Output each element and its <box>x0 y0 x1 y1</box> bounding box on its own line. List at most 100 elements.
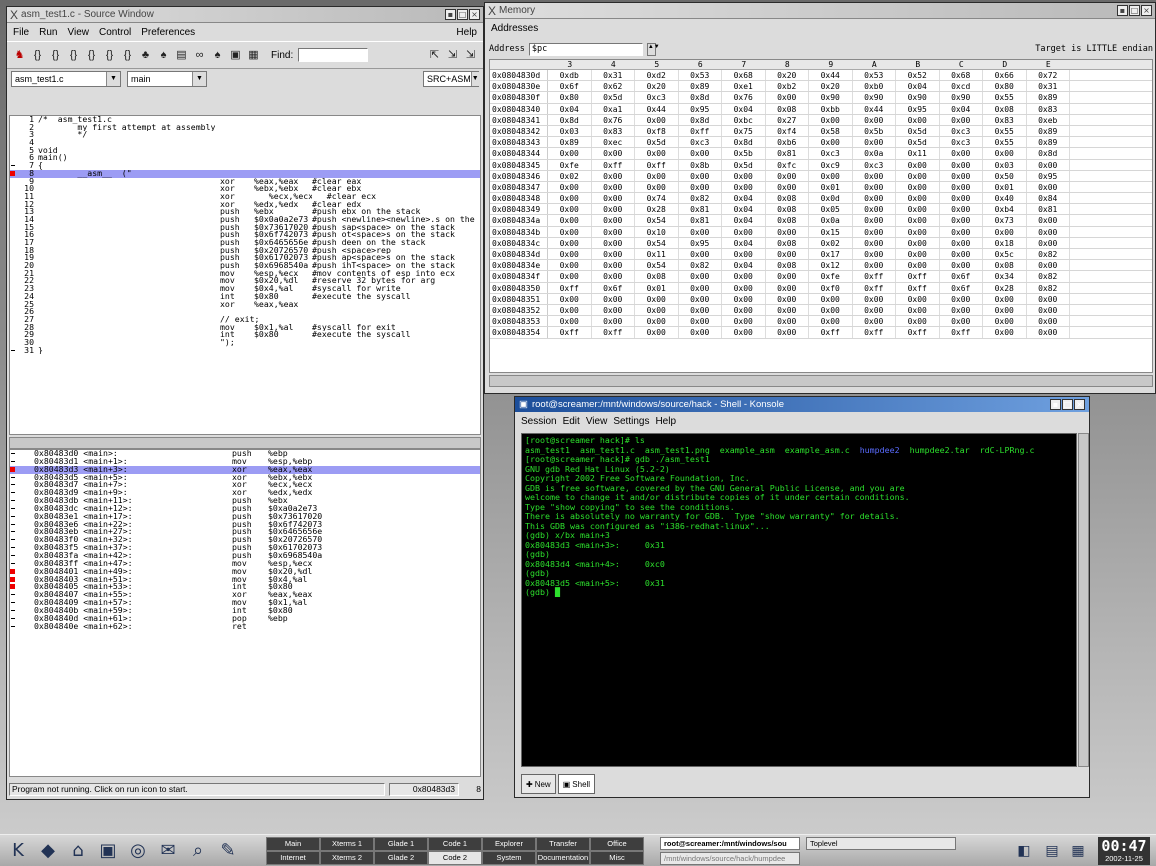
memory-byte[interactable]: 0x5d <box>635 137 679 148</box>
minimize-button[interactable]: ▪ <box>1050 399 1061 410</box>
memory-byte[interactable]: 0x00 <box>896 114 940 125</box>
memory-byte[interactable]: 0x00 <box>853 304 896 316</box>
menu-run[interactable]: Run <box>39 27 57 38</box>
memory-byte[interactable]: 0xff <box>940 327 983 338</box>
memory-byte[interactable]: 0x00 <box>592 170 635 181</box>
memory-byte[interactable]: 0x40 <box>983 193 1027 204</box>
desktop-button[interactable]: System <box>482 851 536 865</box>
memory-byte[interactable]: 0x8d <box>679 114 722 125</box>
memory-byte[interactable]: 0x00 <box>896 316 940 327</box>
memory-byte[interactable]: 0x31 <box>592 70 635 81</box>
desktop-button[interactable]: Glade 1 <box>374 837 428 851</box>
maximize-button[interactable]: □ <box>1129 5 1140 16</box>
line-marker[interactable] <box>10 599 16 607</box>
memory-byte[interactable]: 0x0a <box>853 148 896 159</box>
memory-byte[interactable]: 0x02 <box>548 170 592 181</box>
memory-byte[interactable]: 0x6f <box>940 282 983 293</box>
memory-byte[interactable]: 0x00 <box>1027 293 1070 304</box>
memory-byte[interactable]: 0x53 <box>853 70 896 81</box>
memory-byte[interactable]: 0x00 <box>679 170 722 181</box>
memory-byte[interactable]: 0x81 <box>766 148 809 159</box>
memory-byte[interactable]: 0x62 <box>592 81 635 92</box>
line-marker[interactable] <box>10 505 16 513</box>
memory-byte[interactable]: 0x00 <box>722 249 766 260</box>
memory-byte[interactable]: 0x00 <box>679 226 722 237</box>
memory-byte[interactable]: 0x44 <box>635 103 679 114</box>
line-marker[interactable] <box>10 277 16 285</box>
memory-byte[interactable]: 0x00 <box>1027 304 1070 316</box>
memory-byte[interactable]: 0x00 <box>766 92 809 103</box>
memory-byte[interactable]: 0x00 <box>853 137 896 148</box>
terminal-scrollbar[interactable] <box>1078 433 1089 767</box>
memory-byte[interactable]: 0x00 <box>766 282 809 293</box>
desktop-button[interactable]: Code 2 <box>428 851 482 865</box>
memory-byte[interactable]: 0x00 <box>766 226 809 237</box>
locals-icon[interactable]: ♠ <box>211 49 224 62</box>
line-marker[interactable] <box>10 324 16 332</box>
menu-preferences[interactable]: Preferences <box>141 27 195 38</box>
memory-byte[interactable]: 0x44 <box>809 70 853 81</box>
memory-byte[interactable]: 0x00 <box>592 316 635 327</box>
home-icon[interactable]: ⌂ <box>66 839 90 863</box>
memory-byte[interactable]: 0x8b <box>679 159 722 170</box>
memory-byte[interactable]: 0x00 <box>853 204 896 215</box>
memory-byte[interactable]: 0xc3 <box>635 92 679 103</box>
memory-byte[interactable]: 0xff <box>548 282 592 293</box>
memory-byte[interactable]: 0x00 <box>722 181 766 193</box>
function-combo[interactable]: main ▼ <box>127 71 207 87</box>
desktop-icon[interactable]: ◆ <box>36 839 60 863</box>
memory-byte[interactable]: 0x00 <box>896 170 940 181</box>
line-marker[interactable] <box>10 513 16 521</box>
memory-byte[interactable]: 0x17 <box>809 249 853 260</box>
menu-help[interactable]: Help <box>456 27 477 38</box>
memory-byte[interactable]: 0x00 <box>940 237 983 248</box>
memory-byte[interactable]: 0x52 <box>896 70 940 81</box>
memory-byte[interactable]: 0x04 <box>722 237 766 248</box>
memory-byte[interactable]: 0x00 <box>896 193 940 204</box>
breakpoint-marker[interactable] <box>10 568 16 576</box>
memory-byte[interactable]: 0x00 <box>635 293 679 304</box>
desktop-button[interactable]: Xterms 1 <box>320 837 374 851</box>
memory-byte[interactable]: 0x54 <box>635 260 679 271</box>
line-marker[interactable] <box>10 285 16 293</box>
memory-byte[interactable]: 0x00 <box>853 226 896 237</box>
memory-byte[interactable]: 0x00 <box>853 193 896 204</box>
memory-byte[interactable]: 0x00 <box>635 181 679 193</box>
memory-byte[interactable]: 0x73 <box>983 215 1027 226</box>
memory-byte[interactable]: 0x95 <box>896 103 940 114</box>
memory-byte[interactable]: 0xff <box>679 125 722 137</box>
memory-byte[interactable]: 0x5d <box>592 92 635 103</box>
memory-byte[interactable]: 0x08 <box>766 215 809 226</box>
memory-byte[interactable]: 0x90 <box>853 92 896 103</box>
memory-byte[interactable]: 0x5d <box>896 137 940 148</box>
memory-byte[interactable]: 0x00 <box>592 249 635 260</box>
memory-byte[interactable]: 0x15 <box>809 226 853 237</box>
memory-byte[interactable]: 0x80 <box>548 92 592 103</box>
memory-byte[interactable]: 0x00 <box>896 249 940 260</box>
memory-byte[interactable]: 0x44 <box>853 103 896 114</box>
memory-byte[interactable]: 0x00 <box>940 170 983 181</box>
memory-byte[interactable]: 0xc3 <box>679 137 722 148</box>
memory-byte[interactable]: 0x00 <box>983 293 1027 304</box>
memory-byte[interactable]: 0x00 <box>548 249 592 260</box>
memory-byte[interactable]: 0x95 <box>679 237 722 248</box>
memory-byte[interactable]: 0xff <box>896 327 940 338</box>
memory-byte[interactable]: 0x82 <box>679 260 722 271</box>
memory-byte[interactable]: 0xc3 <box>940 125 983 137</box>
memory-byte[interactable]: 0x90 <box>896 92 940 103</box>
memory-byte[interactable]: 0x81 <box>679 215 722 226</box>
memory-byte[interactable]: 0x95 <box>1027 170 1070 181</box>
memory-byte[interactable]: 0x82 <box>1027 249 1070 260</box>
continue-icon[interactable]: {} <box>85 49 98 62</box>
memory-byte[interactable]: 0x28 <box>983 282 1027 293</box>
memory-byte[interactable]: 0x04 <box>548 103 592 114</box>
memory-byte[interactable]: 0xff <box>853 282 896 293</box>
memory-byte[interactable]: 0x00 <box>1027 237 1070 248</box>
menu-session[interactable]: Session <box>521 416 557 427</box>
memory-byte[interactable]: 0x00 <box>853 170 896 181</box>
memory-byte[interactable]: 0x00 <box>896 237 940 248</box>
new-session-button[interactable]: ✚ New <box>521 774 556 794</box>
memory-byte[interactable]: 0x00 <box>548 237 592 248</box>
memory-byte[interactable]: 0x00 <box>722 282 766 293</box>
memory-byte[interactable]: 0x00 <box>809 304 853 316</box>
